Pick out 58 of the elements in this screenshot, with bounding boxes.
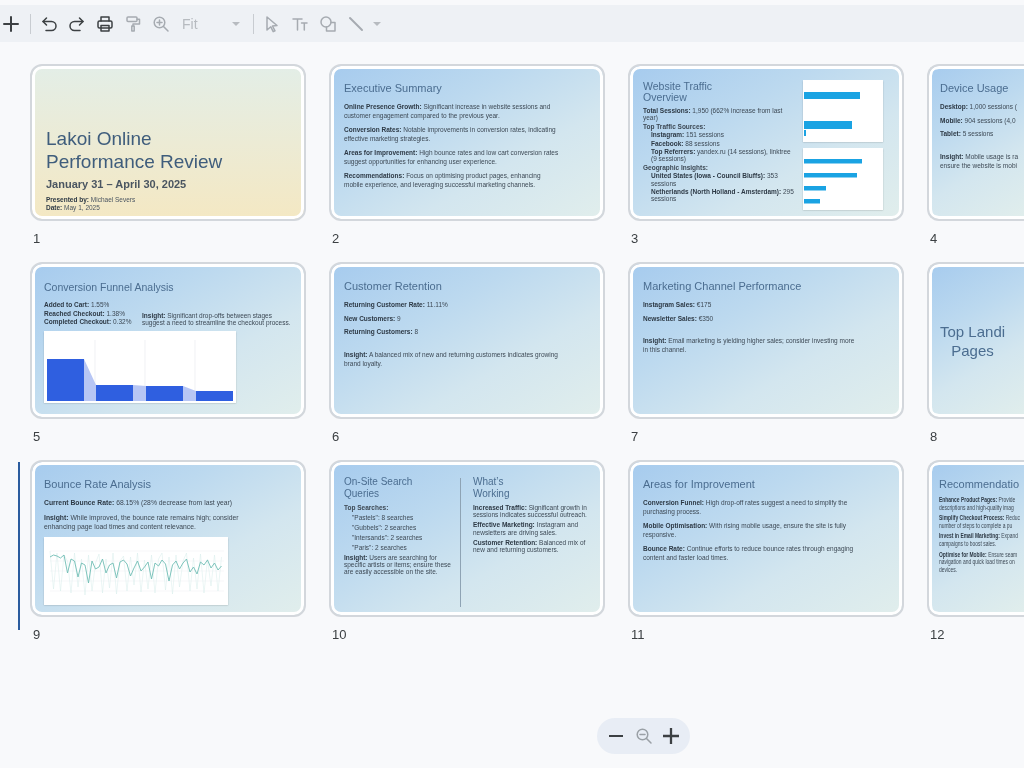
printer-icon bbox=[97, 15, 113, 32]
caret-icon bbox=[373, 21, 381, 26]
slide-thumbnail[interactable] bbox=[329, 460, 605, 617]
slide-number: 2 bbox=[331, 230, 341, 247]
zoom-in-icon bbox=[153, 15, 169, 32]
slide-title: What’s Working bbox=[473, 476, 511, 499]
slide-number: 4 bbox=[929, 230, 939, 247]
slide-thumbnail[interactable] bbox=[329, 64, 605, 221]
slide-title: Conversion Funnel Analysis bbox=[44, 281, 175, 294]
slide-title: Recommendatio bbox=[939, 478, 1021, 491]
plus-icon bbox=[3, 15, 19, 32]
slide-title: Top Landi Pages bbox=[940, 321, 1006, 360]
bar bbox=[804, 159, 862, 164]
slide-title: Executive Summary bbox=[344, 82, 443, 95]
caret-icon bbox=[232, 21, 240, 26]
slide-title: On-Site Search Queries bbox=[344, 476, 414, 499]
funnel-bar bbox=[196, 390, 233, 401]
slide-number: 3 bbox=[630, 230, 640, 247]
zoom-in-button[interactable] bbox=[660, 725, 682, 747]
funnel-connector bbox=[133, 384, 146, 401]
slide-title: Bounce Rate Analysis bbox=[44, 478, 152, 491]
slide-number: 7 bbox=[630, 428, 640, 445]
slide-title: Marketing Channel Performance bbox=[643, 280, 803, 293]
funnel-bar bbox=[146, 385, 183, 401]
slide-subtitle: January 31 – April 30, 2025 bbox=[46, 177, 188, 191]
line-icon bbox=[348, 15, 364, 32]
minus-icon bbox=[609, 735, 623, 737]
slide-number: 11 bbox=[630, 626, 646, 643]
bar bbox=[804, 92, 860, 99]
slide-title: Website Traffic Overview bbox=[643, 81, 714, 103]
magnifier-icon bbox=[635, 728, 652, 744]
slide-number: 5 bbox=[32, 428, 42, 445]
slide-number: 1 bbox=[32, 230, 42, 247]
undo-icon bbox=[41, 15, 57, 32]
bar bbox=[804, 186, 826, 191]
slide-thumbnail[interactable] bbox=[927, 460, 1024, 617]
slide-thumbnail[interactable]: Top Landi Pages bbox=[927, 262, 1024, 419]
slide-number: 8 bbox=[929, 428, 939, 445]
slide-thumbnail[interactable] bbox=[628, 64, 904, 221]
slide-number: 12 bbox=[929, 626, 946, 643]
plus-icon bbox=[663, 728, 679, 744]
paint-roller-icon bbox=[125, 15, 141, 32]
slide-title: Device Usage bbox=[940, 82, 1010, 95]
text-tool-icon bbox=[292, 15, 308, 32]
slide-thumbnail[interactable] bbox=[628, 460, 904, 617]
slide-number: 6 bbox=[331, 428, 341, 445]
bar bbox=[804, 173, 857, 178]
slide-title: Customer Retention bbox=[344, 280, 443, 293]
slide-title: Areas for Improvement bbox=[643, 478, 756, 491]
redo-icon bbox=[69, 15, 85, 32]
funnel-bar bbox=[96, 384, 133, 401]
slide-number: 9 bbox=[32, 626, 42, 643]
cursor-icon bbox=[264, 15, 280, 32]
funnel-bar bbox=[47, 358, 84, 401]
bar bbox=[804, 199, 820, 204]
slide-number: 10 bbox=[331, 626, 348, 643]
slide-title: Lakoi Online Performance Review bbox=[46, 127, 224, 173]
shapes-icon bbox=[320, 15, 336, 32]
